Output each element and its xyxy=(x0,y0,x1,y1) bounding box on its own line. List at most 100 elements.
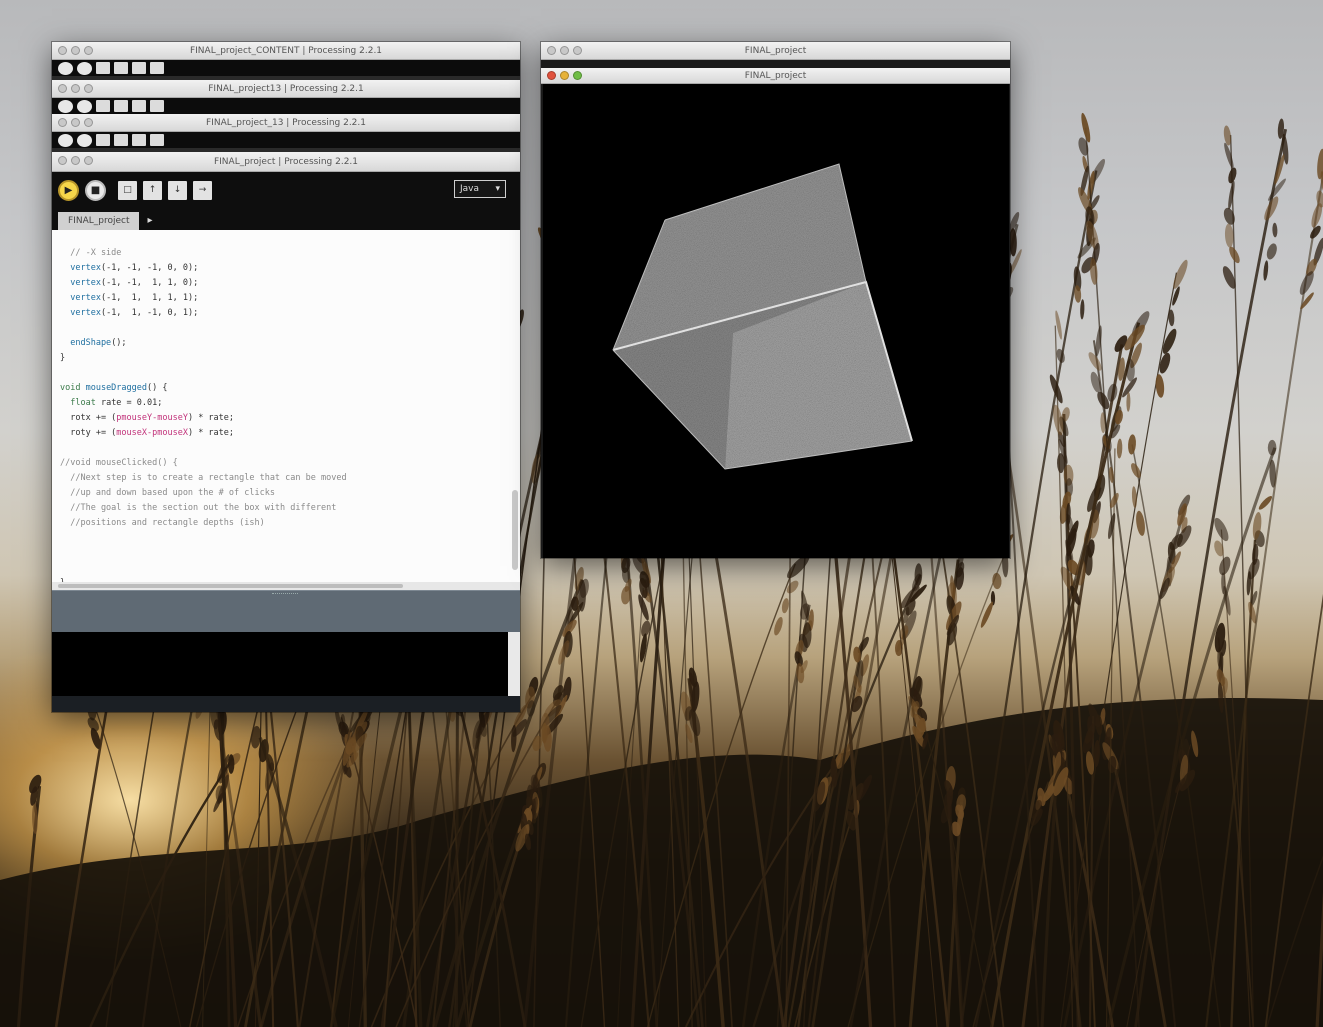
code-token: //The goal is the section out the box wi… xyxy=(60,503,337,513)
code-token: roty += ( xyxy=(60,428,117,438)
code-token: void xyxy=(60,383,86,393)
window-title: FINAL_project_CONTENT | Processing 2.2.1 xyxy=(189,45,383,56)
editor-toolbar: ▶ ■ □ ↑ ↓ → Java ▾ xyxy=(52,172,520,208)
editor-titlebar[interactable]: FINAL_project | Processing 2.2.1 xyxy=(52,152,520,172)
console-scrollbar[interactable] xyxy=(508,632,520,696)
message-area xyxy=(52,590,520,632)
status-line xyxy=(52,696,520,712)
close-button[interactable] xyxy=(547,71,556,80)
run-button[interactable]: ▶ xyxy=(58,179,79,201)
window-controls[interactable] xyxy=(547,46,582,55)
tab-final-project[interactable]: FINAL_project xyxy=(58,212,140,230)
code-token: //up and down based upon the # of clicks xyxy=(60,488,275,498)
scrollbar-thumb[interactable] xyxy=(58,584,403,588)
editor-stack-toolbar-2 xyxy=(52,98,520,114)
code-token: mouseDragged xyxy=(85,383,148,393)
code-line: vertex(-1, 1, -1, 0, 1); xyxy=(60,306,520,321)
code-token: rate = 0.01; xyxy=(100,398,163,408)
code-line: // -X side xyxy=(60,246,520,261)
code-editor[interactable]: // -X side vertex(-1, -1, -1, 0, 0); ver… xyxy=(52,230,520,582)
code-line: //up and down based upon the # of clicks xyxy=(60,486,520,501)
sketch-back-body xyxy=(541,60,1010,68)
code-token: pmouseY-mouseY xyxy=(116,413,188,423)
window-title: FINAL_project | Processing 2.2.1 xyxy=(213,156,359,167)
rotating-cube-render xyxy=(612,163,913,470)
save-icon: ↓ xyxy=(173,185,182,195)
sketch-back-titlebar[interactable]: FINAL_project xyxy=(541,42,1010,60)
code-horizontal-scrollbar[interactable] xyxy=(52,582,520,590)
code-token: () { xyxy=(147,383,168,393)
stop-icon: ■ xyxy=(90,184,101,196)
processing-editor-window[interactable]: FINAL_project_CONTENT | Processing 2.2.1… xyxy=(52,42,520,712)
open-icon: ↑ xyxy=(148,185,157,195)
sketch-tabs: FINAL_project ▸ xyxy=(52,208,520,230)
window-title: FINAL_project13 | Processing 2.2.1 xyxy=(208,83,364,94)
export-button[interactable]: → xyxy=(193,180,212,200)
window-controls[interactable] xyxy=(547,71,582,80)
code-token: (-1, 1, -1, 0, 1); xyxy=(100,308,199,318)
splitter-handle[interactable] xyxy=(272,593,298,596)
code-token: mouseClicked() { xyxy=(95,458,178,468)
editor-stack-titlebar-3[interactable]: FINAL_project_13 | Processing 2.2.1 xyxy=(52,114,520,132)
code-line: rotx += (pmouseY-mouseY) * rate; xyxy=(60,411,520,426)
window-controls[interactable] xyxy=(58,118,93,127)
minimize-button[interactable] xyxy=(560,71,569,80)
chevron-down-icon: ▾ xyxy=(495,184,500,194)
code-line: //void mouseClicked() { xyxy=(60,456,520,471)
code-token: //void xyxy=(60,458,96,468)
window-title: FINAL_project xyxy=(744,70,807,81)
window-title: FINAL_project_13 | Processing 2.2.1 xyxy=(206,117,366,128)
code-vertical-scrollbar[interactable] xyxy=(512,490,518,570)
code-token: vertex xyxy=(60,263,101,273)
export-icon: → xyxy=(198,185,207,195)
sketch-output-window[interactable]: FINAL_project FINAL_project xyxy=(541,42,1010,558)
save-button[interactable]: ↓ xyxy=(168,180,187,200)
window-controls[interactable] xyxy=(58,156,93,165)
code-token: (-1, 1, 1, 1, 1); xyxy=(100,293,199,303)
open-button[interactable]: ↑ xyxy=(143,180,162,200)
code-token: (); xyxy=(111,338,127,348)
stop-button[interactable]: ■ xyxy=(85,179,106,201)
code-token: (-1, -1, -1, 0, 0); xyxy=(100,263,199,273)
sketch-titlebar[interactable]: FINAL_project xyxy=(541,68,1010,84)
code-token: rotx += ( xyxy=(60,413,117,423)
editor-stack-toolbar-1 xyxy=(52,60,520,76)
window-title: FINAL_project xyxy=(744,45,807,56)
code-line: //Next step is to create a rectangle tha… xyxy=(60,471,520,486)
new-button[interactable]: □ xyxy=(118,180,137,200)
sketch-canvas[interactable] xyxy=(543,84,1009,558)
code-line: endShape(); xyxy=(60,336,520,351)
code-token: //Next step is to create a rectangle tha… xyxy=(60,473,347,483)
code-line: roty += (mouseX-pmouseX) * rate; xyxy=(60,426,520,441)
tab-menu-arrow-icon[interactable]: ▸ xyxy=(147,215,152,230)
code-line: float rate = 0.01; xyxy=(60,396,520,411)
code-token: mouseX-pmouseX xyxy=(116,428,188,438)
editor-stack-titlebar-1[interactable]: FINAL_project_CONTENT | Processing 2.2.1 xyxy=(52,42,520,60)
code-line: //The goal is the section out the box wi… xyxy=(60,501,520,516)
code-token: // -X side xyxy=(60,248,122,258)
editor-stack-toolbar-3 xyxy=(52,132,520,148)
code-line: vertex(-1, 1, 1, 1, 1); xyxy=(60,291,520,306)
code-token: //positions and rectangle depths (ish) xyxy=(60,518,265,528)
editor-stack-titlebar-2[interactable]: FINAL_project13 | Processing 2.2.1 xyxy=(52,80,520,98)
code-token: } xyxy=(60,353,66,363)
window-controls[interactable] xyxy=(58,46,93,55)
code-line: } xyxy=(60,351,520,366)
code-token: vertex xyxy=(60,308,101,318)
code-line: vertex(-1, -1, -1, 0, 0); xyxy=(60,261,520,276)
code-line: vertex(-1, -1, 1, 1, 0); xyxy=(60,276,520,291)
code-line: //positions and rectangle depths (ish) xyxy=(60,516,520,531)
code-token: vertex xyxy=(60,293,101,303)
code-token: vertex xyxy=(60,278,101,288)
mode-selector[interactable]: Java ▾ xyxy=(454,180,506,198)
new-file-icon: □ xyxy=(123,185,132,195)
code-token: ) * rate; xyxy=(187,413,235,423)
window-controls[interactable] xyxy=(58,84,93,93)
code-token: ) * rate; xyxy=(187,428,235,438)
maximize-button[interactable] xyxy=(573,71,582,80)
